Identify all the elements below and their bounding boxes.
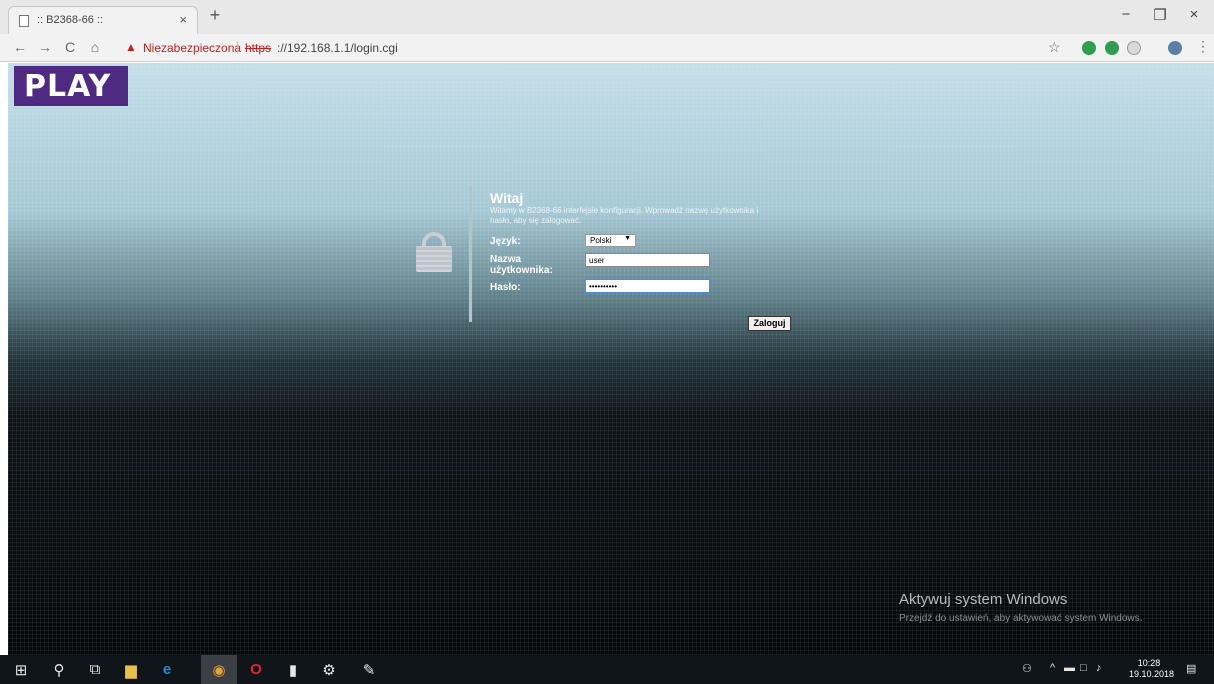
task-view-icon[interactable]: ⧉ [84, 661, 106, 678]
warning-icon: ▲ [125, 40, 137, 54]
forward-button[interactable]: → [35, 39, 55, 55]
password-field[interactable]: •••••••••• [585, 279, 710, 293]
clock-time: 10:28 [1137, 658, 1161, 668]
people-icon[interactable]: ⚇ [1022, 662, 1032, 675]
extension-icon[interactable] [1105, 41, 1119, 55]
windows-activation-subtitle: Przejdź do ustawień, aby aktywować syste… [899, 613, 1143, 624]
network-icon[interactable]: □ [1080, 662, 1087, 674]
security-label[interactable]: Niezabezpieczona [143, 41, 241, 55]
password-label: Hasło: [490, 282, 521, 293]
browser-menu-icon[interactable]: ⋮ [1196, 38, 1210, 55]
dropdown-arrow-icon: ▼ [624, 235, 631, 242]
bookmark-star-icon[interactable]: ☆ [1048, 39, 1061, 56]
login-button[interactable]: Zaloguj [748, 316, 791, 331]
start-icon[interactable]: ⊞ [10, 661, 32, 679]
edge-icon[interactable]: e [156, 661, 178, 678]
evernote-extension-icon[interactable] [1082, 41, 1096, 55]
tab-title: :: B2368-66 :: [37, 14, 104, 26]
tab-close-icon[interactable]: × [179, 12, 187, 27]
minimize-button[interactable]: − [1112, 6, 1140, 23]
file-explorer-icon[interactable]: ▆ [120, 661, 142, 679]
vertical-divider [469, 186, 472, 322]
url-separator: | [236, 39, 240, 54]
windows-taskbar: ⊞ ⚲ ⧉ ▆ e ◉ O ▮ ⚙ ✎ ⚇ ^ ▬ □ ♪ 10:28 19.1… [0, 655, 1214, 684]
notifications-icon[interactable]: ▤ [1186, 662, 1196, 675]
url-scheme: https [245, 41, 272, 55]
username-field[interactable]: user [585, 253, 710, 267]
search-icon[interactable]: ⚲ [48, 661, 70, 679]
language-value: Polski [590, 236, 612, 245]
play-logo: PLAY [14, 66, 128, 106]
lock-icon [416, 232, 452, 272]
back-button[interactable]: ← [10, 39, 30, 55]
browser-tab[interactable]: :: B2368-66 :: × [8, 6, 198, 34]
chrome-icon[interactable]: ◉ [208, 661, 230, 679]
extension-circle-icon[interactable] [1127, 41, 1141, 55]
settings-icon[interactable]: ⚙ [318, 661, 340, 679]
close-window-button[interactable]: × [1180, 6, 1208, 23]
paint-icon[interactable]: ✎ [358, 661, 380, 679]
page-icon [19, 15, 29, 27]
opera-icon[interactable]: O [245, 661, 267, 678]
clock-date: 19.10.2018 [1129, 669, 1175, 679]
router-login-page: PLAY Witaj Witamy w B2368-66 interfejsie… [8, 63, 1214, 655]
show-hidden-icons-icon[interactable]: ^ [1050, 662, 1055, 674]
welcome-message: Witamy w B2368-66 interfejsie konfigurac… [490, 206, 759, 225]
browser-tab-bar: :: B2368-66 :: × + − ❐ × [0, 0, 1214, 34]
reload-button[interactable]: C [60, 39, 80, 55]
volume-icon[interactable]: ♪ [1096, 662, 1102, 674]
url-field[interactable]: ▲ Niezabezpieczona | https ://192.168.1.… [115, 37, 1125, 59]
maximize-button[interactable]: ❐ [1146, 6, 1174, 24]
home-button[interactable]: ⌂ [85, 39, 105, 55]
new-tab-button[interactable]: + [204, 5, 226, 26]
language-label: Język: [490, 236, 521, 247]
profile-avatar-icon[interactable] [1168, 41, 1182, 55]
url-text: ://192.168.1.1/login.cgi [277, 41, 398, 55]
windows-activation-title: Aktywuj system Windows [899, 591, 1068, 608]
notepad-icon[interactable]: ▮ [282, 661, 304, 679]
username-label: Nazwa użytkownika: [490, 254, 553, 276]
language-select[interactable]: Polski ▼ [585, 234, 636, 247]
clock[interactable]: 10:28 19.10.2018 [1129, 658, 1175, 680]
welcome-heading: Witaj [490, 190, 524, 206]
battery-icon[interactable]: ▬ [1064, 662, 1075, 674]
address-bar: ← → C ⌂ ▲ Niezabezpieczona | https ://19… [0, 34, 1214, 62]
